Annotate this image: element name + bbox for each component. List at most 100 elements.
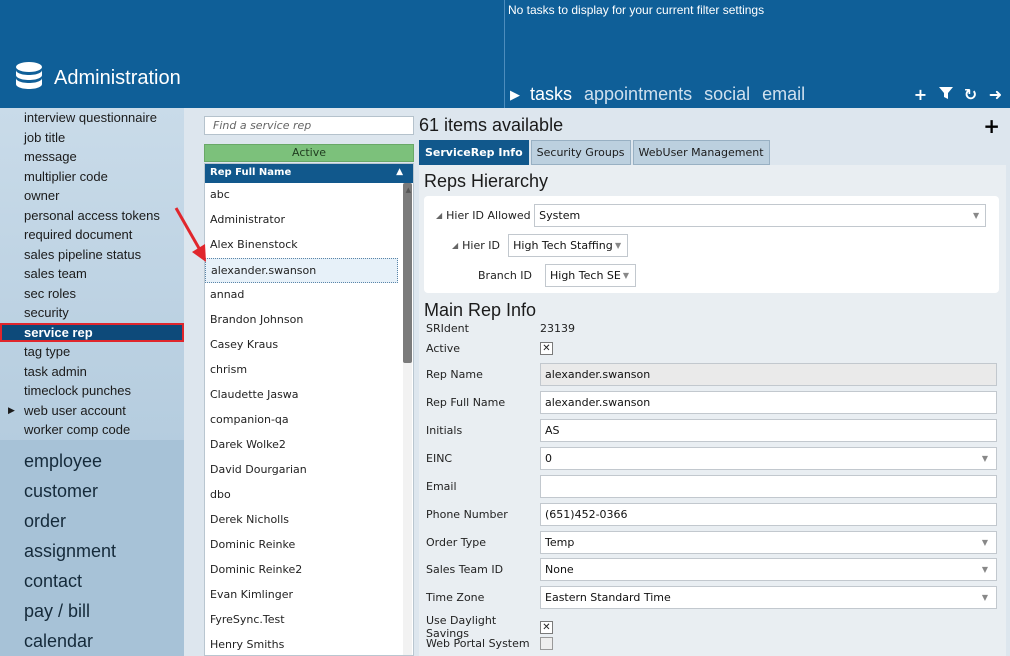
list-item[interactable]: Casey Kraus: [205, 333, 398, 358]
branch-id-label: Branch ID: [478, 269, 533, 282]
list-item-selected[interactable]: alexander.swanson: [205, 258, 398, 283]
sort-up-icon[interactable]: ▲: [396, 167, 403, 177]
sidebar-item-interview-questionnaire[interactable]: interview questionnaire: [0, 108, 184, 128]
list-item[interactable]: Alex Binenstock: [205, 233, 398, 258]
annotation-arrow-icon: [174, 207, 206, 262]
sidebar-item-personal-access-tokens[interactable]: personal access tokens: [0, 206, 184, 226]
tab-security-groups[interactable]: Security Groups: [530, 140, 631, 165]
sidebar-item-sec-roles[interactable]: sec roles: [0, 284, 184, 304]
nav-customer[interactable]: customer: [0, 476, 184, 506]
initials-field[interactable]: AS: [540, 419, 997, 442]
sidebar-item-service-rep[interactable]: service rep: [0, 322, 184, 342]
list-item[interactable]: Dominic Reinke: [205, 533, 398, 558]
dst-checkbox[interactable]: ✕: [540, 620, 553, 634]
sidebar-item-security[interactable]: security: [0, 303, 184, 323]
scrollbar-thumb[interactable]: [403, 183, 412, 363]
field-row-einc: EINC 0 ▼: [426, 447, 997, 470]
play-icon[interactable]: ▶: [510, 87, 520, 103]
main-rep-info-heading: Main Rep Info: [424, 300, 537, 320]
email-label: Email: [426, 480, 457, 493]
nav-pay-bill[interactable]: pay / bill: [0, 596, 184, 626]
sidebar-item-owner[interactable]: owner: [0, 186, 184, 206]
hier-id-select[interactable]: High Tech Staffing ▼: [508, 234, 629, 257]
list-item[interactable]: Claudette Jaswa: [205, 383, 398, 408]
sidebar-item-web-user-account[interactable]: ▶ web user account: [0, 401, 184, 421]
expand-triangle-icon[interactable]: ▶: [8, 401, 15, 421]
add-rep-button[interactable]: +: [983, 114, 1000, 138]
list-item[interactable]: Henry Smiths: [205, 633, 398, 655]
collapse-triangle-icon[interactable]: ◢: [436, 211, 442, 220]
branch-id-select[interactable]: High Tech SE ▼: [545, 264, 636, 287]
list-item[interactable]: Administrator: [205, 208, 398, 233]
tab-appointments[interactable]: appointments: [584, 84, 692, 105]
nav-contact[interactable]: contact: [0, 566, 184, 596]
field-row-order-type: Order Type Temp ▼: [426, 531, 997, 554]
sidebar-item-required-document[interactable]: required document: [0, 225, 184, 245]
app-title[interactable]: Administration: [14, 61, 181, 95]
active-filter-button[interactable]: Active: [204, 144, 414, 162]
scroll-up-icon[interactable]: ▲: [406, 186, 411, 194]
branch-id-row: Branch ID High Tech SE ▼: [478, 264, 636, 287]
collapse-triangle-icon[interactable]: ◢: [452, 241, 458, 250]
tab-social[interactable]: social: [704, 84, 750, 105]
web-portal-checkbox[interactable]: [540, 637, 553, 650]
sidebar-item-multiplier-code[interactable]: multiplier code: [0, 167, 184, 187]
einc-select[interactable]: 0 ▼: [540, 447, 997, 470]
field-row-phone: Phone Number (651)452-0366: [426, 503, 997, 526]
sidebar-item-message[interactable]: message: [0, 147, 184, 167]
list-item[interactable]: Derek Nicholls: [205, 508, 398, 533]
rep-full-name-field[interactable]: alexander.swanson: [540, 391, 997, 414]
order-type-select[interactable]: Temp ▼: [540, 531, 997, 554]
hier-id-allowed-select[interactable]: System ▼: [534, 204, 987, 227]
nav-calendar[interactable]: calendar: [0, 626, 184, 656]
list-item[interactable]: Dominic Reinke2: [205, 558, 398, 583]
refresh-icon[interactable]: ↻: [962, 85, 979, 104]
sidebar-item-sales-team[interactable]: sales team: [0, 264, 184, 284]
hier-id-allowed-row: ◢ Hier ID Allowed System ▼: [436, 204, 987, 227]
tab-webuser-management[interactable]: WebUser Management: [632, 140, 770, 165]
nav-assignment[interactable]: assignment: [0, 536, 184, 566]
list-item[interactable]: companion-qa: [205, 408, 398, 433]
list-item[interactable]: FyreSync.Test: [205, 608, 398, 633]
active-row: Active ✕: [426, 342, 553, 355]
sidebar-item-label: message: [24, 149, 77, 164]
list-item[interactable]: Darek Wolke2: [205, 433, 398, 458]
list-item[interactable]: Evan Kimlinger: [205, 583, 398, 608]
nav-order[interactable]: order: [0, 506, 184, 536]
initials-label: Initials: [426, 424, 463, 437]
sidebar-item-sales-pipeline-status[interactable]: sales pipeline status: [0, 245, 184, 265]
tab-tasks[interactable]: tasks: [530, 84, 572, 105]
arrow-right-icon[interactable]: ➜: [987, 85, 1004, 104]
active-checkbox[interactable]: ✕: [540, 342, 553, 355]
chevron-down-icon: ▼: [981, 565, 988, 574]
hier-id-row: ◢ Hier ID High Tech Staffing ▼: [452, 234, 629, 257]
sidebar-item-label: web user account: [24, 402, 126, 418]
nav-employee[interactable]: employee: [0, 446, 184, 476]
sidebar-item-worker-comp-code[interactable]: worker comp code: [0, 420, 184, 440]
sidebar-item-label: job title: [24, 129, 66, 145]
list-item[interactable]: dbo: [205, 483, 398, 508]
top-header: Administration No tasks to display for y…: [0, 0, 1010, 108]
tab-email[interactable]: email: [762, 84, 805, 105]
rep-name-field[interactable]: alexander.swanson: [540, 363, 997, 386]
srident-value: 23139: [540, 322, 575, 335]
email-field[interactable]: [540, 475, 997, 498]
sidebar-item-task-admin[interactable]: task admin: [0, 362, 184, 382]
phone-number-field[interactable]: (651)452-0366: [540, 503, 997, 526]
sidebar-item-timeclock-punches[interactable]: timeclock punches: [0, 381, 184, 401]
sidebar-item-tag-type[interactable]: tag type: [0, 342, 184, 362]
search-input[interactable]: Find a service rep: [204, 116, 414, 135]
column-header[interactable]: Rep Full Name ▲: [205, 164, 413, 183]
time-zone-select[interactable]: Eastern Standard Time ▼: [540, 586, 997, 609]
sidebar-item-job-title[interactable]: job title: [0, 128, 184, 148]
sales-team-id-select[interactable]: None ▼: [540, 558, 997, 581]
list-item[interactable]: David Dourgarian: [205, 458, 398, 483]
list-item[interactable]: Brandon Johnson: [205, 308, 398, 333]
hier-id-label: Hier ID: [462, 239, 500, 252]
list-item[interactable]: annad: [205, 283, 398, 308]
list-item[interactable]: chrism: [205, 358, 398, 383]
tab-servicerep-info[interactable]: ServiceRep Info: [419, 140, 529, 165]
plus-icon[interactable]: +: [912, 85, 929, 104]
list-item[interactable]: abc: [205, 183, 398, 208]
filter-icon[interactable]: [937, 85, 954, 104]
